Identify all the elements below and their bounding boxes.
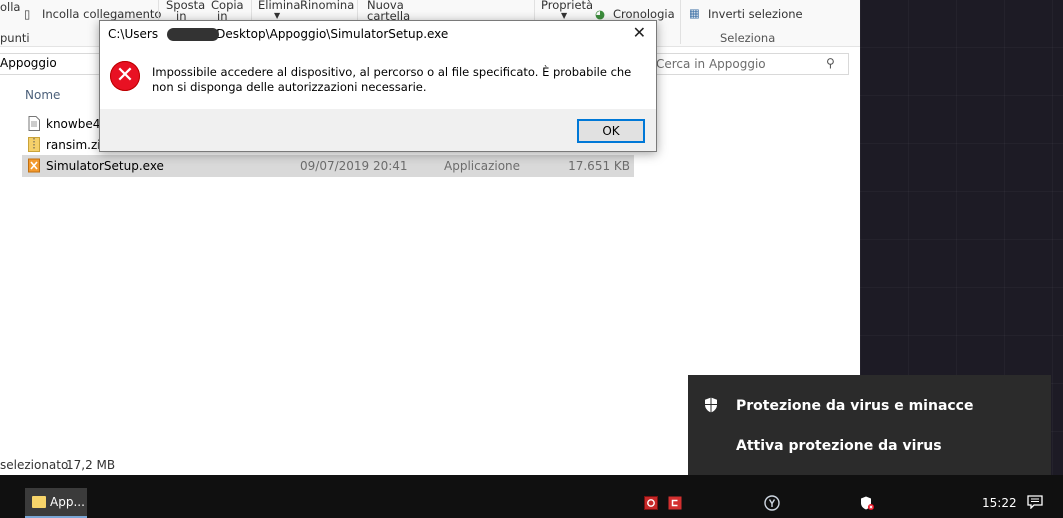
history-button[interactable]: Cronologia [613, 7, 675, 21]
ribbon-group-label: punti [0, 31, 30, 45]
system-clock[interactable]: 15:22 [982, 496, 1017, 510]
antivirus-tray-icon[interactable] [644, 496, 658, 510]
taskbar [0, 487, 1063, 518]
select-group-label: Seleziona [720, 31, 776, 45]
invert-selection-icon: ▦ [689, 6, 700, 20]
paste-shortcut-button[interactable]: Incolla collegamento [42, 7, 161, 21]
dialog-message: Impossibile accedere al dispositivo, al … [152, 65, 632, 94]
close-icon[interactable]: ✕ [633, 23, 646, 42]
invert-selection-button[interactable]: Inverti selezione [708, 7, 803, 21]
ok-button[interactable]: OK [577, 119, 645, 143]
dialog-footer: OK [100, 109, 656, 151]
status-selection: selezionato [0, 458, 69, 472]
column-header-name[interactable]: Nome [25, 88, 60, 102]
security-warning-tray-icon[interactable] [860, 496, 874, 510]
security-notification[interactable]: Protezione da virus e minacce Attiva pro… [688, 375, 1051, 475]
action-center-icon[interactable] [1027, 495, 1043, 509]
search-placeholder: Cerca in Appoggio [656, 57, 766, 71]
zip-folder-icon [28, 137, 40, 152]
taskbar-explorer-button[interactable]: App... [25, 488, 87, 518]
file-type: Applicazione [444, 159, 521, 173]
redacted-username [167, 28, 219, 41]
dialog-title-suffix: Desktop\Appoggio\SimulatorSetup.exe [216, 27, 449, 41]
installer-icon [28, 158, 40, 173]
file-size: 17.651 KB [568, 159, 630, 173]
chevron-down-icon[interactable]: ▼ [561, 11, 567, 20]
text-file-icon [28, 116, 40, 131]
status-size: 17,2 MB [66, 458, 116, 472]
error-dialog: C:\Users Desktop\Appoggio\SimulatorSetup.… [99, 20, 657, 152]
dialog-title: C:\Users Desktop\Appoggio\SimulatorSetup.… [108, 27, 448, 41]
notification-action[interactable]: Attiva protezione da virus [736, 438, 942, 454]
history-icon: ◕ [595, 7, 606, 21]
app-tray-icon[interactable] [668, 496, 682, 510]
file-name: SimulatorSetup.exe [46, 159, 164, 173]
taskbar-app-label: App... [50, 495, 85, 509]
dialog-title-prefix: C:\Users [108, 27, 159, 41]
yandex-tray-icon[interactable] [764, 495, 780, 511]
file-date: 09/07/2019 20:41 [300, 159, 408, 173]
folder-icon [32, 496, 46, 508]
error-icon: ✕ [110, 61, 140, 91]
ribbon-paste-label[interactable]: olla [0, 0, 20, 14]
paste-shortcut-icon: ▯ [24, 7, 31, 21]
shield-icon [705, 397, 717, 413]
rename-button[interactable]: Rinomina [300, 0, 354, 12]
address-path: Appoggio [0, 56, 57, 70]
notification-title: Protezione da virus e minacce [736, 398, 974, 414]
ribbon-separator [680, 0, 681, 44]
file-row-selected[interactable]: SimulatorSetup.exe 09/07/2019 20:41 Appl… [22, 155, 634, 177]
taskbar-band [0, 475, 1063, 487]
search-icon[interactable]: ⚲ [826, 56, 835, 70]
chevron-down-icon[interactable]: ▼ [274, 11, 280, 20]
